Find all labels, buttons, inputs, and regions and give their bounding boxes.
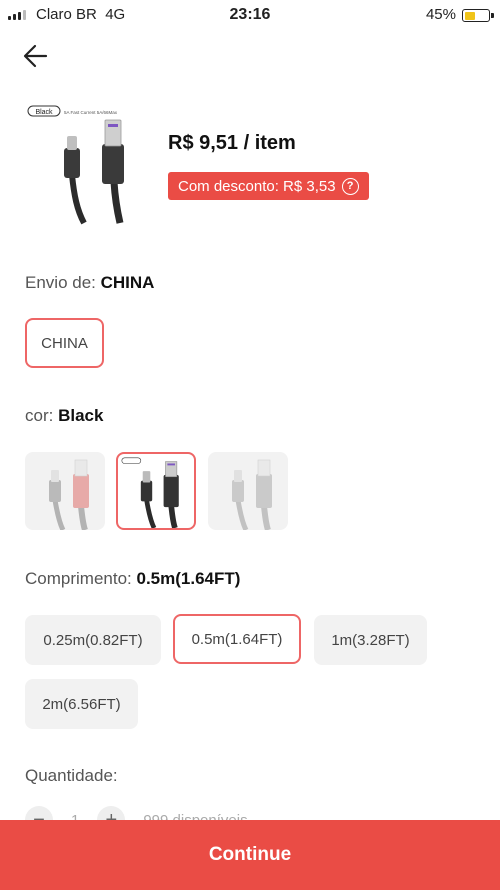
back-button[interactable] xyxy=(20,40,56,72)
battery-icon xyxy=(462,9,494,22)
discount-badge[interactable]: Com desconto: R$ 3,53 ? xyxy=(168,172,369,200)
length-selected: 0.5m(1.64FT) xyxy=(136,569,241,588)
color-selected: Black xyxy=(58,406,104,425)
continue-button[interactable]: Continue xyxy=(0,820,500,890)
shipping-option-china[interactable]: CHINA xyxy=(25,318,104,368)
length-option-label: 1m(3.28FT) xyxy=(331,631,410,649)
length-label-text: Comprimento: xyxy=(25,569,132,588)
quantity-label-text: Quantidade xyxy=(25,766,113,785)
battery-percentage: 45% xyxy=(425,6,456,23)
thumb-caption: 5A Fast Current 5A/66Max xyxy=(64,110,118,115)
status-bar: Claro BR 4G 23:16 45% xyxy=(0,0,500,30)
help-icon[interactable]: ? xyxy=(341,177,359,195)
back-arrow-icon xyxy=(23,44,48,68)
length-option-1m[interactable]: 1m(3.28FT) xyxy=(314,615,427,665)
shipping-label: Envio de: CHINA xyxy=(25,273,154,293)
length-option-0-5m[interactable]: 0.5m(1.64FT) xyxy=(173,614,301,664)
shipping-selected: CHINA xyxy=(100,273,155,292)
color-swatch-gray[interactable] xyxy=(208,452,288,530)
color-swatch-black[interactable] xyxy=(116,452,196,530)
continue-label: Continue xyxy=(208,844,292,865)
color-label-text: cor: xyxy=(25,406,54,425)
length-option-label: 0.5m(1.64FT) xyxy=(191,630,283,648)
thumb-badge: Black xyxy=(35,109,53,116)
shipping-option-label: CHINA xyxy=(41,334,88,352)
length-option-label: 0.25m(0.82FT) xyxy=(43,631,143,649)
color-label: cor: Black xyxy=(25,406,103,426)
quantity-label: Quantidade: xyxy=(25,766,118,785)
length-option-2m[interactable]: 2m(6.56FT) xyxy=(25,679,138,729)
product-thumbnail: Black 5A Fast Current 5A/66Max xyxy=(22,100,152,225)
length-label: Comprimento: 0.5m(1.64FT) xyxy=(25,569,240,589)
color-swatch-red[interactable] xyxy=(25,452,105,530)
shipping-label-text: Envio de: xyxy=(25,273,96,292)
product-price: R$ 9,51 / item xyxy=(168,132,296,154)
discount-text: Com desconto: R$ 3,53 xyxy=(178,177,336,195)
length-option-0-25m[interactable]: 0.25m(0.82FT) xyxy=(25,615,161,665)
length-option-label: 2m(6.56FT) xyxy=(42,695,121,713)
